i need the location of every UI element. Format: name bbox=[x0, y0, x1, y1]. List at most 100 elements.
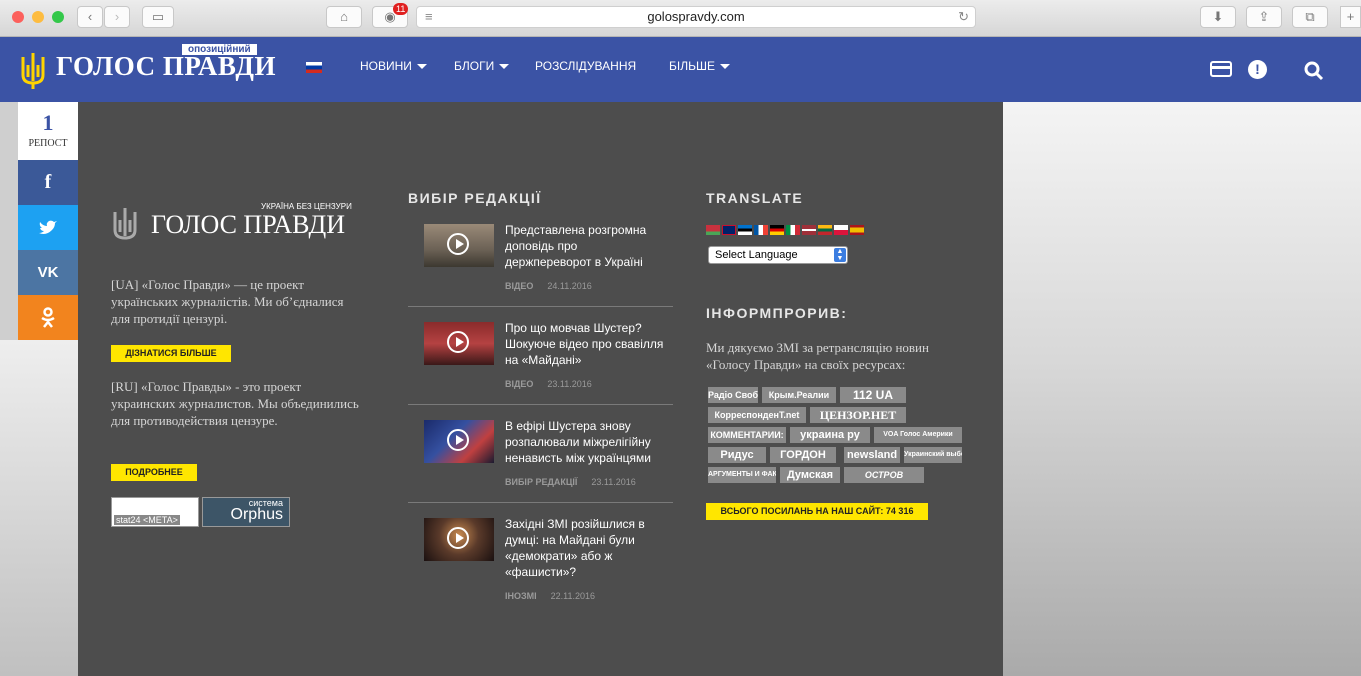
footer-logo-text: ГОЛОС ПРАВДИ bbox=[151, 210, 345, 239]
more-details-button[interactable]: ПОДРОБНЕЕ bbox=[111, 464, 197, 481]
flag-estonia-icon[interactable] bbox=[738, 225, 752, 235]
source-logo[interactable]: ГОРДОН bbox=[770, 447, 836, 463]
browser-toolbar: ‹ › ▭ ⌂ ◉ 11 ≡ golospravdy.com ↻ ⬇ ⇪ ⧉ + bbox=[0, 0, 1361, 37]
news-meta: ВІДЕО 23.11.2016 bbox=[505, 379, 592, 389]
site-logo[interactable]: ГОЛОС ПРАВДИ bbox=[56, 51, 276, 82]
news-thumbnail[interactable] bbox=[424, 420, 494, 463]
trident-icon bbox=[21, 53, 45, 89]
about-text-ua: [UA] «Голос Правди» — це проект українсь… bbox=[111, 277, 344, 326]
source-logo[interactable]: Украинский выбор bbox=[904, 447, 962, 463]
minimize-window-icon[interactable] bbox=[32, 11, 44, 23]
news-title[interactable]: Західні ЗМІ розійшлися в думці: на Майда… bbox=[505, 516, 665, 580]
twitter-share-button[interactable] bbox=[18, 205, 78, 250]
news-meta: ВИБІР РЕДАКЦІЇ 23.11.2016 bbox=[505, 477, 636, 487]
reload-icon[interactable]: ↻ bbox=[958, 7, 969, 27]
news-thumbnail[interactable] bbox=[424, 322, 494, 365]
source-logo[interactable]: newsland bbox=[844, 447, 900, 463]
select-arrows-icon: ▲ ▼ bbox=[834, 248, 846, 262]
flag-poland-icon[interactable] bbox=[834, 225, 848, 235]
reader-icon[interactable]: ≡ bbox=[425, 7, 433, 27]
divider bbox=[408, 502, 673, 503]
source-logo[interactable]: Крым.Реалии bbox=[762, 387, 836, 403]
twitter-icon bbox=[39, 220, 57, 234]
news-title[interactable]: В ефірі Шустера знову розпалювали міжрел… bbox=[505, 418, 665, 466]
source-logo[interactable]: украина ру bbox=[790, 427, 870, 443]
alert-icon[interactable]: ! bbox=[1248, 60, 1267, 79]
address-bar[interactable]: ≡ golospravdy.com ↻ bbox=[416, 6, 976, 28]
vk-share-button[interactable]: VK bbox=[18, 250, 78, 295]
site-header: ГОЛОС ПРАВДИ опозиційний НОВИНИ БЛОГИ РО… bbox=[0, 37, 1361, 102]
nav-item-investigations[interactable]: РОЗСЛІДУВАННЯ bbox=[535, 59, 636, 73]
learn-more-button[interactable]: ДІЗНАТИСЯ БІЛЬШЕ bbox=[111, 345, 231, 362]
news-title[interactable]: Про що мовчав Шустер? Шокуюче відео про … bbox=[505, 320, 665, 368]
chevron-down-icon bbox=[499, 64, 510, 70]
news-meta: ІНОЗМІ 22.11.2016 bbox=[505, 591, 596, 601]
flag-uk-icon[interactable] bbox=[722, 225, 736, 235]
download-icon[interactable]: ⬇ bbox=[1200, 6, 1236, 28]
source-logo[interactable]: VOA Голос Америки bbox=[874, 427, 962, 443]
trident-icon bbox=[113, 208, 137, 240]
divider bbox=[408, 306, 673, 307]
footer-logo[interactable]: УКРАЇНА БЕЗ ЦЕНЗУРИ ГОЛОС ПРАВДИ bbox=[111, 202, 361, 248]
flag-lithuania-icon[interactable] bbox=[818, 225, 832, 235]
stat24-counter[interactable]: stat24 <META> bbox=[111, 497, 199, 527]
source-logo[interactable]: 112 UA bbox=[840, 387, 906, 403]
odnoklassniki-share-button[interactable] bbox=[18, 295, 78, 340]
nav-item-more[interactable]: БІЛЬШЕ bbox=[669, 59, 730, 73]
search-icon[interactable] bbox=[1304, 61, 1324, 81]
news-thumbnail[interactable] bbox=[424, 518, 494, 561]
adblock-badge: 11 bbox=[393, 3, 409, 15]
share-count-value: 1 bbox=[42, 110, 54, 135]
nav-item-news[interactable]: НОВИНИ bbox=[360, 59, 427, 73]
translate-heading: TRANSLATE bbox=[706, 190, 804, 206]
url-text: golospravdy.com bbox=[647, 9, 745, 24]
flag-spain-icon[interactable] bbox=[850, 225, 864, 235]
news-title[interactable]: Представлена розгромна доповідь про держ… bbox=[505, 222, 665, 270]
sidebar-icon[interactable]: ▭ bbox=[142, 6, 174, 28]
play-icon bbox=[447, 331, 469, 353]
news-meta: ВІДЕО 24.11.2016 bbox=[505, 281, 592, 291]
flag-belarus-icon[interactable] bbox=[706, 225, 720, 235]
vk-icon: VK bbox=[37, 264, 59, 281]
new-tab-button[interactable]: + bbox=[1340, 6, 1361, 28]
back-button[interactable]: ‹ bbox=[77, 6, 103, 28]
informproryv-heading: ІНФОРМПРОРИВ: bbox=[706, 305, 848, 321]
odnoklassniki-icon bbox=[41, 306, 55, 328]
facebook-share-button[interactable]: f bbox=[18, 160, 78, 205]
total-links-badge: ВСЬОГО ПОСИЛАНЬ НА НАШ САЙТ: 74 316 bbox=[706, 503, 928, 520]
chevron-down-icon bbox=[719, 64, 730, 70]
play-icon bbox=[447, 429, 469, 451]
source-logo[interactable]: КорреспонденТ.net bbox=[708, 407, 806, 423]
language-flag-icon[interactable] bbox=[306, 62, 322, 73]
flag-germany-icon[interactable] bbox=[770, 225, 784, 235]
source-logo[interactable]: АРГУМЕНТЫ И ФАКТЫ bbox=[708, 467, 776, 483]
forward-button[interactable]: › bbox=[104, 6, 130, 28]
zoom-window-icon[interactable] bbox=[52, 11, 64, 23]
donate-card-icon[interactable] bbox=[1210, 61, 1232, 77]
source-logo[interactable]: ОСТРОВ bbox=[844, 467, 924, 483]
background-photo bbox=[1003, 102, 1361, 676]
language-select[interactable]: Select Language ▲ ▼ bbox=[708, 246, 848, 264]
home-icon[interactable]: ⌂ bbox=[326, 6, 362, 28]
news-thumbnail[interactable] bbox=[424, 224, 494, 267]
source-logo[interactable]: ЦЕНЗОР.НЕТ bbox=[810, 407, 906, 423]
orphus-badge[interactable]: система Orphus bbox=[202, 497, 290, 527]
tabs-icon[interactable]: ⧉ bbox=[1292, 6, 1328, 28]
nav-item-blogs[interactable]: БЛОГИ bbox=[454, 59, 510, 73]
flag-italy-icon[interactable] bbox=[786, 225, 800, 235]
source-logo[interactable]: Радіо Свобода bbox=[708, 387, 758, 403]
flag-latvia-icon[interactable] bbox=[802, 225, 816, 235]
flag-france-icon[interactable] bbox=[754, 225, 768, 235]
source-logo[interactable]: Думская bbox=[780, 467, 840, 483]
about-text-ru: [RU] «Голос Правды» - это проект украинс… bbox=[111, 379, 359, 428]
source-logo[interactable]: Ридус bbox=[708, 447, 766, 463]
close-window-icon[interactable] bbox=[12, 11, 24, 23]
share-icon[interactable]: ⇪ bbox=[1246, 6, 1282, 28]
facebook-icon: f bbox=[44, 171, 52, 193]
editors-choice-heading: ВИБІР РЕДАКЦІЇ bbox=[408, 190, 542, 206]
share-counter: 1 РЕПОСТ bbox=[18, 102, 78, 160]
share-count-label: РЕПОСТ bbox=[28, 138, 68, 149]
source-logo[interactable]: КОММЕНТАРИИ: bbox=[708, 427, 786, 443]
play-icon bbox=[447, 527, 469, 549]
informproryv-text: Ми дякуємо ЗМІ за ретрансляцію новин «Го… bbox=[706, 340, 929, 372]
